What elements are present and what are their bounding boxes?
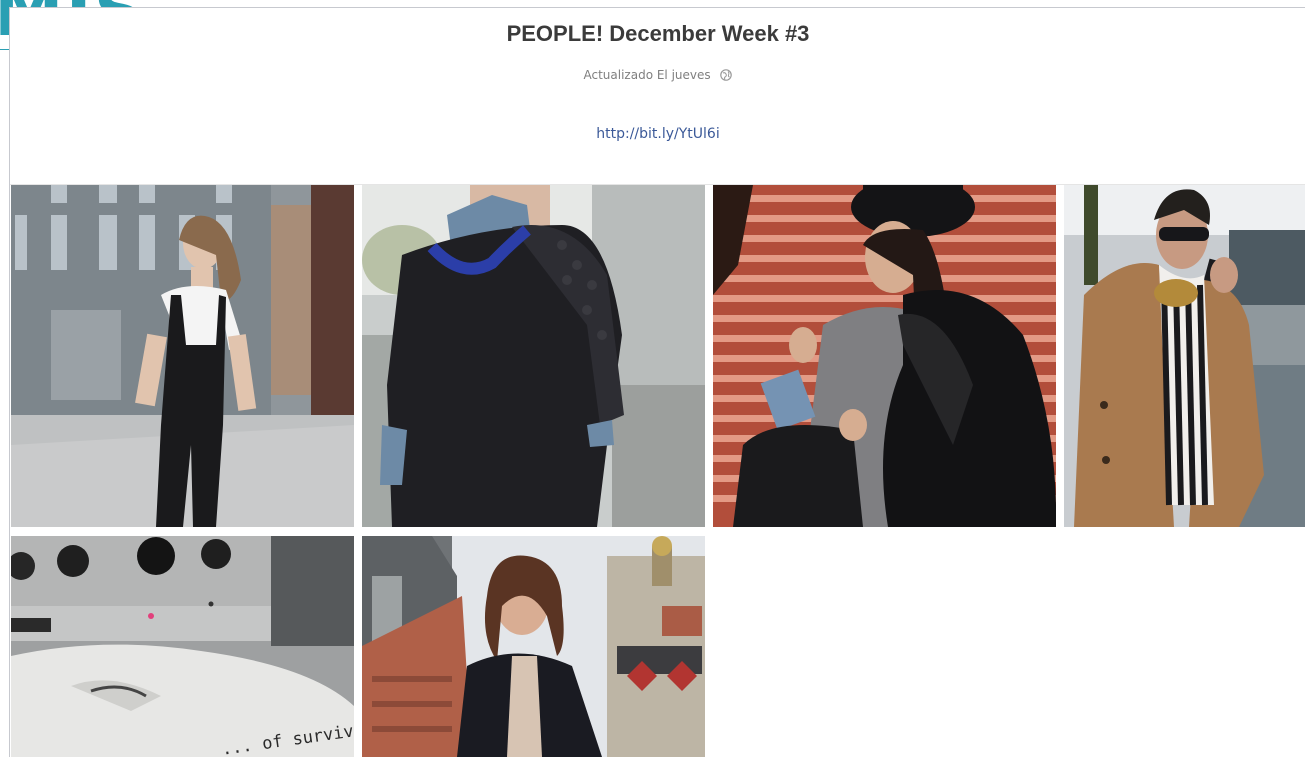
photo-tile-1[interactable] — [11, 185, 354, 527]
photo-amplifier-knobs-tshirt: ... of survival. — [11, 536, 354, 757]
photo-tile-5[interactable]: ... of survival. — [11, 536, 354, 757]
album-updated-line: Actualizado El jueves — [10, 68, 1305, 82]
photo-black-sweater-necklace — [362, 185, 705, 527]
photo-tile-4[interactable] — [1064, 185, 1305, 527]
photo-woman-hat-fur-coat — [713, 185, 1056, 527]
photo-tile-2[interactable] — [362, 185, 705, 527]
album-panel: PEOPLE! December Week #3 Actualizado El … — [9, 7, 1305, 757]
album-title: PEOPLE! December Week #3 — [506, 21, 810, 46]
photo-woman-black-overalls — [11, 185, 354, 527]
album-header: PEOPLE! December Week #3 Actualizado El … — [10, 8, 1305, 184]
globe-icon[interactable] — [720, 69, 733, 81]
album-updated-text: Actualizado El jueves — [583, 68, 711, 82]
photo-tile-6[interactable] — [362, 536, 705, 757]
photo-woman-camel-coat-phone — [1064, 185, 1305, 527]
photo-tile-3[interactable] — [713, 185, 1056, 527]
album-link[interactable]: http://bit.ly/YtUl6i — [10, 126, 1305, 142]
photo-woman-black-coat-rooftops — [362, 536, 705, 757]
